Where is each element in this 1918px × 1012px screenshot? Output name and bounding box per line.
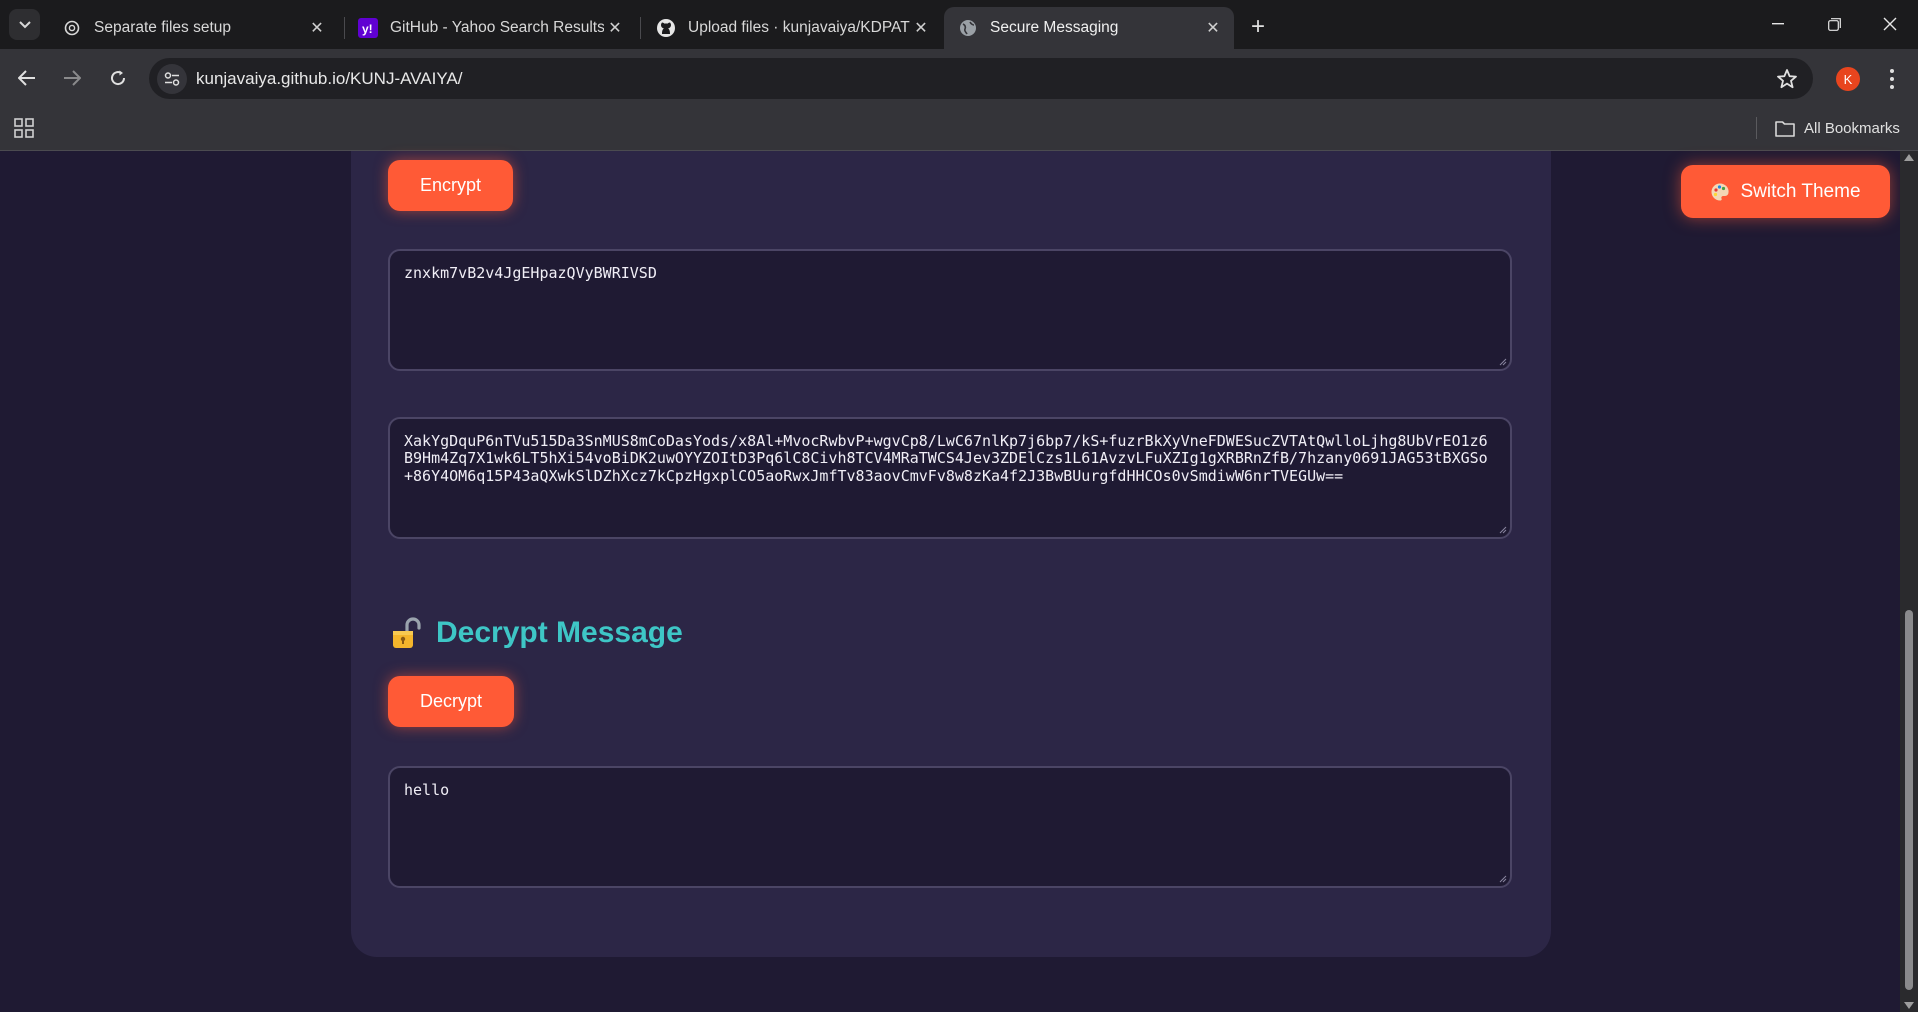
minimize-button[interactable]	[1756, 8, 1800, 40]
ciphertext-value: XakYgDquP6nTVu515Da3SnMUS8mCoDasYods/x8A…	[404, 432, 1488, 485]
close-icon[interactable]: ✕	[910, 17, 932, 39]
close-icon	[1883, 17, 1897, 31]
tab-title: Upload files · kunjavaiya/KDPAT	[688, 19, 910, 36]
profile-avatar[interactable]: K	[1836, 67, 1860, 91]
tab-upload-files[interactable]: Upload files · kunjavaiya/KDPAT ✕	[642, 7, 942, 49]
tab-github-yahoo[interactable]: y! GitHub - Yahoo Search Results ✕	[344, 7, 636, 49]
url-text[interactable]: kunjavaiya.github.io/KUNJ-AVAIYA/	[196, 69, 462, 89]
site-info-button[interactable]	[157, 64, 187, 94]
tab-divider	[640, 17, 641, 39]
close-icon[interactable]: ✕	[604, 17, 626, 39]
folder-icon	[1775, 120, 1795, 137]
chevron-down-icon	[18, 20, 31, 28]
switch-theme-label: Switch Theme	[1740, 180, 1861, 202]
palette-icon	[1711, 182, 1730, 200]
github-icon	[656, 18, 676, 38]
restore-icon	[1827, 17, 1841, 31]
unlocked-padlock-icon	[393, 617, 421, 648]
bookmarks-bar: All Bookmarks	[0, 108, 1918, 151]
tab-search-button[interactable]	[9, 9, 40, 40]
reload-button[interactable]	[103, 63, 133, 93]
key-textarea[interactable]: znxkm7vB2v4JgEHpazQVyBWRIVSD	[388, 249, 1512, 371]
close-icon[interactable]: ✕	[306, 17, 328, 39]
forward-button[interactable]	[57, 63, 87, 93]
all-bookmarks-button[interactable]: All Bookmarks	[1775, 115, 1900, 141]
tab-title: GitHub - Yahoo Search Results	[390, 19, 604, 36]
globe-icon	[958, 18, 978, 38]
resize-grip-icon[interactable]	[1499, 526, 1507, 534]
switch-theme-button[interactable]: Switch Theme	[1681, 165, 1890, 218]
tab-separate-files[interactable]: Separate files setup ✕	[48, 7, 338, 49]
ciphertext-textarea[interactable]: XakYgDquP6nTVu515Da3SnMUS8mCoDasYods/x8A…	[388, 417, 1512, 539]
address-bar[interactable]: kunjavaiya.github.io/KUNJ-AVAIYA/	[149, 58, 1813, 99]
decrypt-section-title: Decrypt Message	[436, 616, 683, 649]
close-icon[interactable]: ✕	[1202, 17, 1224, 39]
decrypt-section-heading: Decrypt Message	[390, 611, 683, 655]
key-value: znxkm7vB2v4JgEHpazQVyBWRIVSD	[404, 264, 657, 282]
decrypted-output-textarea[interactable]: hello	[388, 766, 1512, 888]
tab-secure-messaging[interactable]: Secure Messaging ✕	[944, 7, 1234, 49]
decrypted-value: hello	[404, 781, 450, 799]
browser-toolbar: kunjavaiya.github.io/KUNJ-AVAIYA/	[0, 49, 1918, 108]
scroll-up-arrow-icon[interactable]	[1904, 154, 1914, 161]
scroll-down-arrow-icon[interactable]	[1904, 1002, 1914, 1009]
reload-icon	[111, 70, 126, 86]
tab-title: Secure Messaging	[990, 19, 1119, 36]
bookmark-star-icon[interactable]	[1775, 67, 1799, 91]
new-tab-button[interactable]: +	[1243, 12, 1273, 42]
openai-icon	[62, 18, 82, 38]
decrypt-button[interactable]: Decrypt	[388, 676, 514, 727]
arrow-right-icon	[64, 70, 81, 86]
restore-button[interactable]	[1812, 8, 1856, 40]
tab-title: Separate files setup	[94, 19, 232, 36]
minimize-icon	[1772, 23, 1784, 25]
tune-icon	[164, 72, 180, 86]
close-window-button[interactable]	[1868, 8, 1912, 40]
yahoo-icon: y!	[358, 18, 378, 38]
resize-grip-icon[interactable]	[1499, 358, 1507, 366]
scrollbar-thumb[interactable]	[1905, 610, 1913, 990]
apps-grid-icon[interactable]	[13, 117, 35, 139]
tab-strip: Separate files setup ✕ y! GitHub - Yahoo…	[0, 0, 1918, 49]
encrypt-button[interactable]: Encrypt	[388, 160, 513, 211]
bookmarks-divider	[1756, 117, 1757, 139]
svg-text:y!: y!	[362, 22, 373, 36]
back-button[interactable]	[12, 63, 42, 93]
arrow-left-icon	[18, 70, 35, 86]
resize-grip-icon[interactable]	[1499, 875, 1507, 883]
all-bookmarks-label: All Bookmarks	[1804, 119, 1900, 137]
more-menu-icon[interactable]	[1882, 65, 1902, 93]
